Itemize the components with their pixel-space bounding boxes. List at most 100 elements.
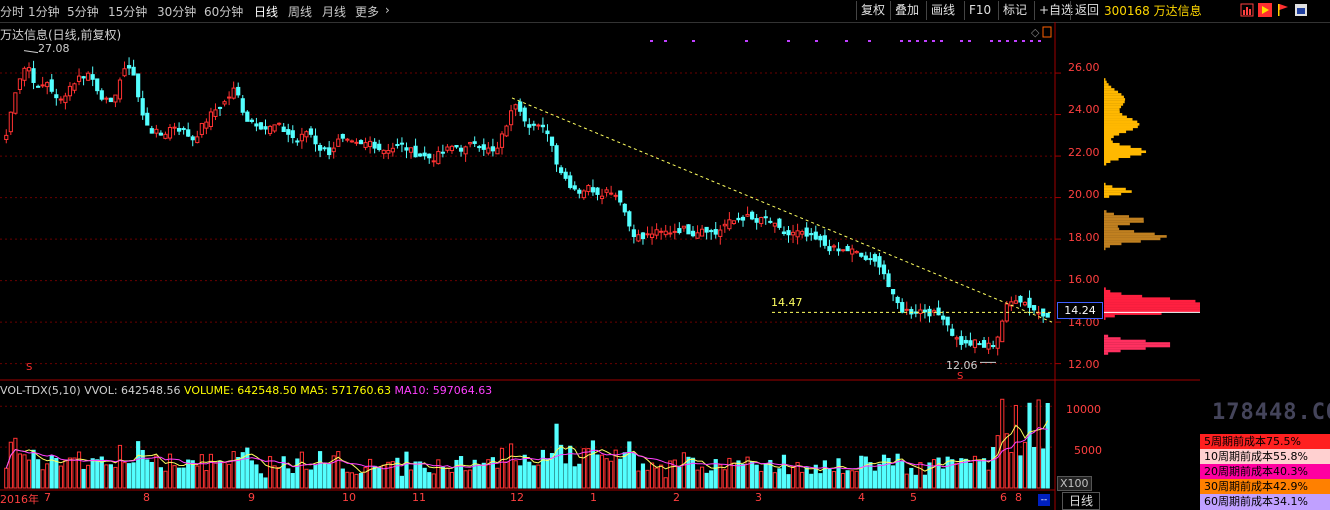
chip-profile-bar <box>1104 215 1130 218</box>
period-1min[interactable]: 1分钟 <box>28 3 60 20</box>
volume-bar <box>481 462 486 489</box>
volume-bar <box>559 444 564 489</box>
volume-bar <box>909 467 914 489</box>
volume-bar <box>863 456 868 489</box>
window-icon[interactable] <box>1294 3 1308 20</box>
volume-bar <box>36 459 41 489</box>
volume-indicator-name[interactable]: VOL-TDX(5,10) <box>0 384 81 397</box>
event-marker <box>692 40 695 42</box>
period-weekly[interactable]: 周线 <box>288 3 312 20</box>
s-marker: S <box>957 371 963 382</box>
volume-bar <box>413 461 418 489</box>
candle-body <box>345 138 350 141</box>
volume-bar <box>536 464 541 489</box>
cost-stat-20: 20周期前成本40.3% <box>1200 464 1330 479</box>
candle-body <box>404 147 409 151</box>
candle-body <box>481 144 486 150</box>
candle-body <box>31 68 36 83</box>
f10-button[interactable]: F10 <box>964 1 995 20</box>
volume-bar <box>208 453 214 489</box>
candle-body <box>240 98 245 113</box>
period-15min[interactable]: 15分钟 <box>108 3 147 20</box>
candle-body <box>995 336 1000 349</box>
chip-profile-bar <box>1104 152 1142 156</box>
price-tick: 12.00 <box>1068 358 1100 371</box>
candle-body <box>854 251 859 254</box>
volume-bar <box>995 435 1000 489</box>
volume-bar <box>386 461 391 489</box>
candle-body <box>690 230 696 237</box>
volume-bar <box>231 451 236 489</box>
volume-bar <box>249 460 254 489</box>
volume-bar <box>622 452 627 489</box>
candle-body <box>1027 297 1032 308</box>
volume-bar <box>131 462 136 489</box>
volume-bar <box>627 441 632 489</box>
panel-toggle-icon[interactable] <box>1042 26 1052 38</box>
candle-body <box>86 72 91 81</box>
volume-bar <box>936 457 941 489</box>
chip-profile-bar <box>1104 80 1107 84</box>
volume-bar <box>254 464 259 489</box>
candle-body <box>868 258 873 261</box>
candle-body <box>90 74 95 80</box>
candle-body <box>327 147 332 156</box>
diamond-icon[interactable]: ◇ <box>1031 26 1040 39</box>
chip-profile-bar <box>1104 108 1120 111</box>
candle-body <box>495 147 500 155</box>
event-marker <box>868 40 871 42</box>
volume-bar <box>704 472 709 489</box>
stock-name: 万达信息 <box>1153 4 1202 18</box>
tab-daily[interactable]: 日线 <box>1062 492 1100 510</box>
cost-stat-10: 10周期前成本55.8% <box>1200 449 1330 464</box>
price-chart[interactable]: S S ◇ <box>0 22 1200 510</box>
volume-bar <box>527 461 532 489</box>
play-icon[interactable] <box>1258 3 1272 20</box>
period-60min[interactable]: 60分钟 <box>204 3 243 20</box>
candle-body <box>131 66 136 76</box>
x-axis-label: 1 <box>590 491 597 504</box>
volume-bar <box>727 457 732 489</box>
flag-icon[interactable] <box>1276 3 1290 20</box>
candle-body <box>249 119 254 122</box>
candle-body <box>490 146 495 152</box>
volume-bar <box>709 470 714 489</box>
candle-body <box>845 246 850 252</box>
chevron-right-icon[interactable]: › <box>385 3 390 17</box>
restore-rights-button[interactable]: 复权 <box>856 1 889 20</box>
volume-bar <box>499 447 505 489</box>
candle-body <box>963 339 968 344</box>
back-button[interactable]: 返回 <box>1070 1 1103 20</box>
draw-line-button[interactable]: 画线 <box>926 1 959 20</box>
candle-body <box>418 153 423 157</box>
candle-body <box>609 192 614 195</box>
period-5min[interactable]: 5分钟 <box>67 3 99 20</box>
candle-body <box>577 189 582 194</box>
volume-bar <box>176 467 182 489</box>
candle-body <box>263 126 268 130</box>
volume-bar <box>854 470 859 489</box>
candle-body <box>13 92 18 114</box>
candle-body <box>95 78 100 92</box>
candle-body <box>531 123 536 126</box>
candle-body <box>595 187 600 195</box>
chip-profile-bar <box>1104 334 1109 338</box>
period-daily[interactable]: 日线 <box>254 3 278 20</box>
chip-profile-bar <box>1104 120 1138 124</box>
mark-button[interactable]: 标记 <box>998 1 1031 20</box>
period-monthly[interactable]: 月线 <box>322 3 346 20</box>
volume-bar <box>881 454 887 489</box>
candle-body <box>154 128 159 134</box>
period-intraday[interactable]: 分时 <box>0 3 24 20</box>
event-marker <box>1006 40 1009 42</box>
overlay-button[interactable]: 叠加 <box>890 1 923 20</box>
scroll-icon[interactable]: -- <box>1038 494 1050 506</box>
volume-bar <box>104 464 109 489</box>
period-more[interactable]: 更多 <box>355 3 379 20</box>
layout-icon[interactable] <box>1240 3 1254 20</box>
candle-body <box>786 230 791 236</box>
chip-profile-bar <box>1104 78 1106 81</box>
period-30min[interactable]: 30分钟 <box>157 3 196 20</box>
candle-body <box>672 230 677 233</box>
x-axis-label: 12 <box>510 491 524 504</box>
